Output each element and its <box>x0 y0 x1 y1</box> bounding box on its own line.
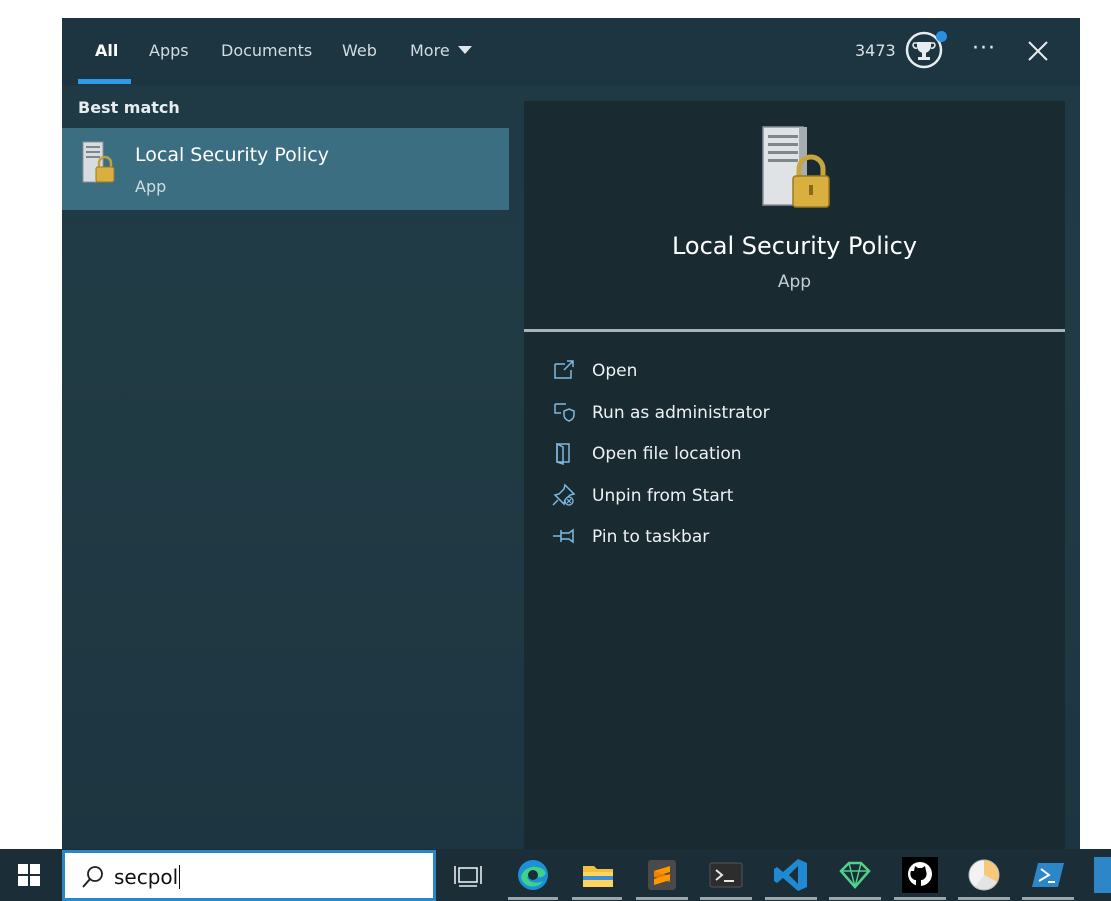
chevron-down-icon <box>457 45 472 54</box>
tab-apps-label: Apps <box>149 41 189 60</box>
folder-icon <box>556 442 570 465</box>
best-match-result[interactable]: Local Security Policy App <box>62 128 509 210</box>
detail-title: Local Security Policy <box>671 232 918 260</box>
task-view-icon[interactable] <box>450 857 486 893</box>
tab-web-label: Web <box>342 41 377 60</box>
open-action[interactable]: Open <box>552 355 1032 389</box>
gem-running-indicator <box>829 897 881 900</box>
best-match-title: Local Security Policy <box>135 144 329 166</box>
tab-all-label: All <box>95 41 119 60</box>
vscode-running-indicator <box>765 897 817 900</box>
shield-icon <box>554 403 575 422</box>
open-action-label: Open <box>592 361 638 381</box>
tab-more[interactable]: More <box>410 18 472 85</box>
detail-pane: Local Security Policy App Open Run as ad… <box>524 101 1065 849</box>
results-pane: Best match Local Security Policy App <box>62 85 509 849</box>
explorer-running-indicator <box>572 897 622 900</box>
tab-apps[interactable]: Apps <box>149 18 189 85</box>
terminal-running-indicator <box>700 897 752 900</box>
best-match-heading: Best match <box>78 98 180 117</box>
taskbar-search-box[interactable]: secpol <box>62 850 436 901</box>
rewards-points: 3473 <box>855 41 896 60</box>
search-input[interactable]: secpol <box>114 864 181 891</box>
unpin-from-start-label: Unpin from Start <box>592 486 734 506</box>
tab-more-label: More <box>410 41 450 60</box>
open-file-location-action[interactable]: Open file location <box>552 438 1032 472</box>
sublime-running-indicator <box>636 897 688 900</box>
clock-icon[interactable] <box>966 857 1002 893</box>
gem-icon[interactable] <box>837 857 873 893</box>
search-icon <box>82 866 103 888</box>
file-explorer-icon[interactable] <box>580 857 616 893</box>
tab-documents[interactable]: Documents <box>221 18 312 85</box>
close-icon[interactable] <box>1025 38 1051 64</box>
taskbar: secpol <box>0 849 1111 901</box>
text-caret <box>179 864 181 889</box>
search-tab-bar: All Apps Documents Web More 3473 ··· <box>62 18 1080 85</box>
overflow-app-icon[interactable] <box>1094 857 1111 893</box>
terminal-icon[interactable] <box>708 857 744 893</box>
open-file-location-label: Open file location <box>592 444 742 464</box>
edge-running-indicator <box>508 897 558 900</box>
tab-documents-label: Documents <box>221 41 313 60</box>
best-match-type: App <box>135 177 167 196</box>
unpin-icon <box>552 483 576 506</box>
github-icon[interactable] <box>902 857 938 893</box>
open-icon <box>554 360 574 379</box>
notification-dot <box>936 31 947 42</box>
pin-to-taskbar-action[interactable]: Pin to taskbar <box>552 521 1032 555</box>
sublime-text-icon[interactable] <box>644 857 680 893</box>
github-running-indicator <box>894 897 946 900</box>
vscode-icon[interactable] <box>773 857 809 893</box>
windows-start-icon[interactable] <box>18 864 40 886</box>
active-tab-indicator <box>78 79 131 84</box>
pin-icon <box>553 528 574 544</box>
pin-to-taskbar-label: Pin to taskbar <box>592 527 710 547</box>
search-input-value: secpol <box>114 865 179 889</box>
detail-type: App <box>777 272 812 292</box>
clock-running-indicator <box>958 897 1010 900</box>
powershell-icon[interactable] <box>1030 857 1066 893</box>
security-policy-icon <box>82 141 115 183</box>
divider <box>524 329 1065 332</box>
unpin-from-start-action[interactable]: Unpin from Start <box>552 480 1032 514</box>
tab-web[interactable]: Web <box>342 18 377 85</box>
run-as-administrator-label: Run as administrator <box>592 403 770 423</box>
tab-all[interactable]: All <box>95 18 118 85</box>
powershell-running-indicator <box>1022 897 1074 900</box>
search-panel: All Apps Documents Web More 3473 ··· Bes… <box>62 18 1080 849</box>
edge-icon[interactable] <box>515 857 551 893</box>
run-as-administrator-action[interactable]: Run as administrator <box>552 397 1032 431</box>
security-policy-icon <box>762 126 830 208</box>
ellipsis-icon[interactable]: ··· <box>972 34 996 66</box>
